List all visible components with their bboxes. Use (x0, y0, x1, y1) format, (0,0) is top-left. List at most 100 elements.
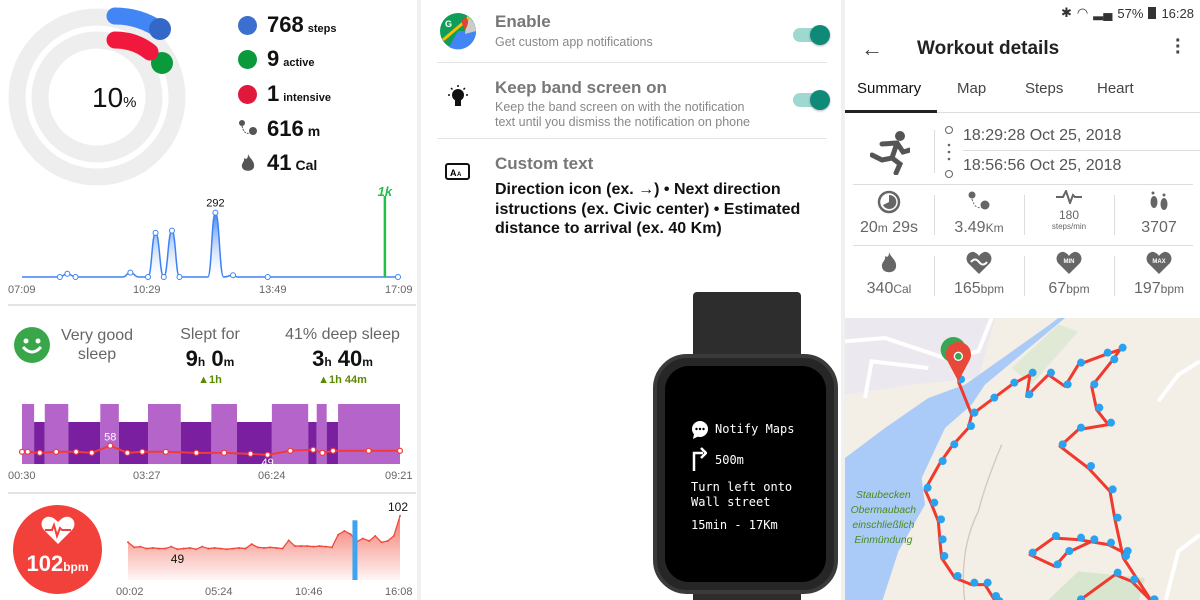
hr-point (312, 545, 315, 548)
hr-point (374, 535, 377, 537)
sleep-segment-deep (326, 422, 339, 464)
hr-point (300, 545, 303, 548)
deep-sleep-label: 41% deep sleep (285, 326, 400, 343)
custom-text-body[interactable]: Direction icon (ex. →) • Next direction … (495, 180, 825, 239)
deep-h: 3 (312, 346, 325, 371)
route-point (1052, 532, 1060, 540)
route-icon (239, 120, 257, 135)
min-hr-label: 49 (261, 457, 273, 469)
max-badge: MAX (1152, 259, 1165, 265)
percent-value: 10 (92, 82, 124, 113)
hr-point (238, 546, 241, 549)
stat-avg-heart: 165bpm (935, 251, 1023, 298)
status-time: 16:28 (1161, 5, 1194, 21)
sleep-chart: 58 49 (18, 404, 404, 469)
hr-point (219, 547, 222, 550)
sleep-quality-line1: Very good (60, 327, 134, 344)
calories-value: 340 (866, 280, 894, 297)
heart-max-icon: MAX (1146, 251, 1172, 274)
route-point (1025, 390, 1034, 399)
wifi-icon: ◠ (1076, 5, 1089, 20)
stat-distance: 616 m (238, 116, 320, 142)
tab-summary[interactable]: Summary (857, 80, 921, 97)
hr-time-marker (352, 520, 358, 580)
sleep-hr-point (124, 449, 131, 456)
hr-point (318, 545, 321, 548)
workout-map[interactable]: Staubecken Obermaubach einschließlich Ei… (845, 318, 1200, 600)
route-point (983, 578, 992, 587)
enable-toggle[interactable] (793, 25, 830, 45)
enable-title: Enable (495, 12, 551, 31)
route-point (930, 498, 939, 507)
watch-instruction-2: Wall street (691, 495, 771, 509)
route-point (1107, 418, 1115, 427)
x-tick: 10:29 (133, 284, 161, 296)
route-point (1118, 343, 1127, 352)
deep-m: 40 (337, 346, 363, 371)
steps-point (168, 227, 175, 234)
stat-active: 9 active (238, 46, 314, 72)
running-icon (870, 131, 910, 175)
hr-point (244, 547, 247, 550)
battery-icon (1148, 7, 1157, 19)
divider (8, 304, 416, 306)
deep-sleep-value: 3h 40m (275, 346, 410, 372)
hr-point (164, 547, 167, 550)
route-point (967, 422, 975, 430)
tab-steps[interactable]: Steps (1025, 80, 1063, 97)
chat-bubble-icon (692, 421, 708, 439)
battery-percent: 57% (1117, 5, 1144, 21)
sleep-hr-point (53, 448, 60, 455)
min-hr-label: 49 (171, 552, 185, 566)
route-point (1065, 547, 1074, 555)
hr-point (213, 546, 216, 549)
back-arrow-icon[interactable]: ← (861, 36, 883, 62)
ring-steps-end (149, 18, 171, 40)
stat-value: 1 (267, 81, 280, 106)
duration-min: 20 (859, 219, 878, 236)
blue-dot-icon (238, 15, 257, 35)
cadence-icon (1056, 188, 1082, 206)
divider (437, 62, 827, 63)
active-tab-indicator (845, 110, 937, 113)
stat-value: 9 (267, 46, 280, 71)
map-label: Einmündung (854, 535, 912, 546)
route-point (970, 408, 979, 417)
avg-heart-value: 165 (953, 280, 981, 297)
sleep-segment-deep (68, 422, 101, 464)
sleep-hr-point (221, 449, 228, 456)
steps-point (212, 209, 219, 216)
stat-unit: intensive (283, 92, 331, 104)
keep-screen-toggle[interactable] (793, 90, 830, 110)
tab-map[interactable]: Map (957, 80, 986, 97)
hr-point (349, 533, 352, 536)
tab-heart[interactable]: Heart (1097, 80, 1134, 97)
route-point (923, 483, 932, 492)
stat-intensive: 1 intensive (238, 81, 331, 107)
steps-point (72, 274, 79, 280)
steps-line (21, 211, 398, 278)
heart-rate-badge[interactable]: 102bpm (13, 505, 102, 594)
sleep-segment-light (44, 404, 69, 464)
sleep-hr-point (247, 450, 254, 457)
lightbulb-icon (448, 85, 468, 106)
hr-point (380, 541, 383, 544)
sleep-hr-point (73, 448, 80, 455)
route-point (1123, 547, 1132, 555)
hr-point (182, 547, 185, 550)
x-tick: 00:30 (8, 470, 36, 482)
route-icon (968, 191, 990, 210)
sleep-segment-light (271, 404, 309, 464)
more-options-icon[interactable]: · · · (1175, 31, 1182, 63)
timeline-icon (945, 126, 953, 178)
route-point (1028, 548, 1037, 557)
route-point (970, 578, 979, 587)
smiley-icon (14, 327, 50, 363)
route-point (1077, 533, 1085, 542)
sleep-quality: Very good sleep (56, 326, 138, 364)
route-point (1107, 538, 1115, 547)
route-point (1047, 368, 1055, 377)
distance-unit: Km (985, 221, 1004, 235)
route-point (938, 457, 947, 465)
hr-point (331, 546, 333, 549)
